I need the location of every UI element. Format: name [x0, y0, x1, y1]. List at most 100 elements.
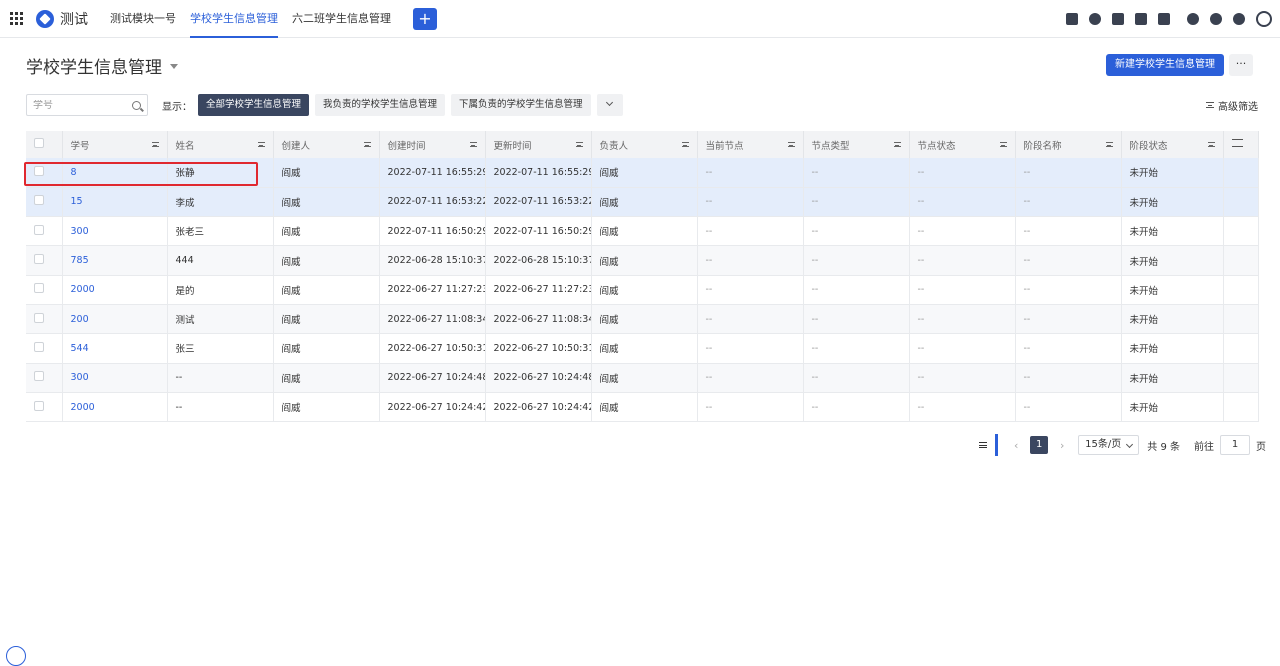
row-id-link[interactable]: 2000: [62, 392, 168, 423]
row-checkbox[interactable]: [34, 195, 44, 206]
search-input[interactable]: [33, 99, 123, 111]
gear-icon[interactable]: [1233, 13, 1245, 25]
column-filter-icon[interactable]: [787, 142, 795, 147]
column-filter-icon[interactable]: [1207, 142, 1215, 147]
row-checkbox[interactable]: [34, 371, 44, 382]
filter-subordinates-button[interactable]: 下属负责的学校学生信息管理: [451, 94, 591, 116]
table-row[interactable]: 300 -- 阎威 2022-06-27 10:24:48 2022-06-27 10:…: [26, 363, 1259, 393]
more-actions-button[interactable]: ···: [1229, 54, 1253, 76]
row-id-link[interactable]: 785: [62, 245, 168, 276]
table-cell: 2022-06-27 11:08:34: [485, 304, 592, 335]
table-cell: 阎威: [273, 304, 380, 335]
column-header[interactable]: 阶段名称: [1015, 131, 1122, 158]
card-icon[interactable]: [1135, 13, 1147, 25]
page-size-select[interactable]: 15条/页: [1078, 435, 1140, 455]
user-avatar-icon[interactable]: [1256, 11, 1272, 27]
column-filter-icon[interactable]: [999, 142, 1007, 147]
column-header[interactable]: 更新时间: [485, 131, 592, 158]
column-filter-icon[interactable]: [257, 142, 265, 147]
filter-more-dropdown[interactable]: [596, 94, 623, 116]
column-filter-icon[interactable]: [469, 142, 477, 147]
row-end-cell: [1223, 158, 1259, 188]
column-header[interactable]: 当前节点: [697, 131, 804, 158]
column-header[interactable]: 创建人: [273, 131, 380, 158]
column-settings-icon[interactable]: [1231, 139, 1243, 147]
table-cell: 2022-06-27 10:50:31: [485, 333, 592, 364]
person-icon[interactable]: [1089, 13, 1101, 25]
app-grid-icon[interactable]: [10, 11, 24, 26]
column-header[interactable]: 节点状态: [909, 131, 1016, 158]
bell-icon[interactable]: [1187, 13, 1199, 25]
row-checkbox[interactable]: [34, 224, 44, 235]
column-filter-icon[interactable]: [1105, 142, 1113, 147]
column-header[interactable]: 节点类型: [803, 131, 910, 158]
nav-tab-school-students[interactable]: 学校学生信息管理: [190, 0, 278, 38]
nav-tab-class-students[interactable]: 六二班学生信息管理: [292, 0, 391, 38]
table-row[interactable]: 544 张三 阎威 2022-06-27 10:50:31 2022-06-27 10:…: [26, 333, 1259, 364]
table-row[interactable]: 785 444 阎威 2022-06-28 15:10:37 2022-06-28 15…: [26, 245, 1259, 276]
row-checkbox[interactable]: [34, 254, 44, 265]
table-row[interactable]: 200 测试 阎威 2022-06-27 11:08:34 2022-06-27 11:…: [26, 304, 1259, 335]
next-page-button[interactable]: ›: [1054, 439, 1070, 452]
table-cell: --: [697, 158, 804, 188]
column-filter-icon[interactable]: [575, 142, 583, 147]
goto-page-input[interactable]: 1: [1220, 435, 1250, 455]
advanced-filter-button[interactable]: 高级筛选: [1206, 98, 1258, 113]
table-row[interactable]: 300 张老三 阎威 2022-07-11 16:50:29 2022-07-11 16…: [26, 216, 1259, 247]
table-cell: --: [697, 363, 804, 393]
column-header[interactable]: 阶段状态: [1121, 131, 1224, 158]
select-all-checkbox[interactable]: [34, 138, 44, 148]
table-cell: --: [803, 333, 910, 364]
page-suffix-label: 页: [1256, 441, 1266, 453]
table-cell: 未开始: [1121, 333, 1224, 364]
nav-tab-module-one[interactable]: 测试模块一号: [110, 0, 176, 38]
row-id-link[interactable]: 15: [62, 187, 168, 218]
table-row[interactable]: 2000 -- 阎威 2022-06-27 10:24:42 2022-06-27 10…: [26, 392, 1259, 423]
row-checkbox[interactable]: [34, 312, 44, 323]
list-view-icon[interactable]: [975, 434, 991, 456]
table-cell: --: [1015, 245, 1122, 276]
help-icon[interactable]: [1210, 13, 1222, 25]
table-row[interactable]: 2000 是的 阎威 2022-06-27 11:27:23 2022-06-27 11…: [26, 275, 1259, 305]
table-cell: --: [697, 216, 804, 247]
current-page-button[interactable]: 1: [1030, 436, 1049, 454]
column-filter-icon[interactable]: [893, 142, 901, 147]
row-select-cell: [26, 275, 63, 305]
row-id-link[interactable]: 300: [62, 363, 168, 393]
table-header-row: 学号 姓名 创建人 创建时间 更新时间 负责人 当前节点 节点类型 节点状态 阶…: [26, 131, 1259, 158]
table-cell: 2022-06-27 10:24:42: [379, 392, 486, 423]
page-title[interactable]: 学校学生信息管理: [26, 53, 162, 78]
column-header[interactable]: 创建时间: [379, 131, 486, 158]
column-filter-icon[interactable]: [363, 142, 371, 147]
calendar-check-icon[interactable]: [1066, 13, 1078, 25]
app-name: 测试: [60, 11, 88, 28]
row-id-link[interactable]: 2000: [62, 275, 168, 305]
table-cell: --: [803, 216, 910, 247]
row-id-link[interactable]: 544: [62, 333, 168, 364]
add-tab-button[interactable]: +: [413, 7, 437, 30]
filter-mine-button[interactable]: 我负责的学校学生信息管理: [315, 94, 446, 116]
prev-page-button[interactable]: ‹: [1008, 439, 1024, 452]
table-row[interactable]: 15 李成 阎威 2022-07-11 16:53:22 2022-07-11 16:5…: [26, 187, 1259, 218]
column-header[interactable]: 学号: [62, 131, 168, 158]
new-record-button[interactable]: 新建学校学生信息管理: [1106, 54, 1224, 76]
column-filter-icon[interactable]: [151, 142, 159, 147]
advanced-filter-label: 高级筛选: [1218, 101, 1258, 113]
row-checkbox[interactable]: [34, 400, 44, 411]
row-id-link[interactable]: 200: [62, 304, 168, 335]
column-header[interactable]: 姓名: [167, 131, 274, 158]
row-checkbox[interactable]: [34, 283, 44, 294]
row-select-cell: [26, 187, 63, 218]
document-icon[interactable]: [1112, 13, 1124, 25]
column-header[interactable]: 负责人: [591, 131, 698, 158]
row-checkbox[interactable]: [34, 341, 44, 352]
filter-all-button[interactable]: 全部学校学生信息管理: [198, 94, 310, 116]
table-cell: 未开始: [1121, 216, 1224, 247]
search-icon[interactable]: [132, 100, 141, 110]
help-bubble-icon[interactable]: [6, 646, 26, 666]
calendar-icon[interactable]: [1158, 13, 1170, 25]
column-filter-icon[interactable]: [681, 142, 689, 147]
title-dropdown-icon[interactable]: [170, 63, 178, 69]
row-id-link[interactable]: 300: [62, 216, 168, 247]
table-cell: --: [909, 304, 1016, 335]
